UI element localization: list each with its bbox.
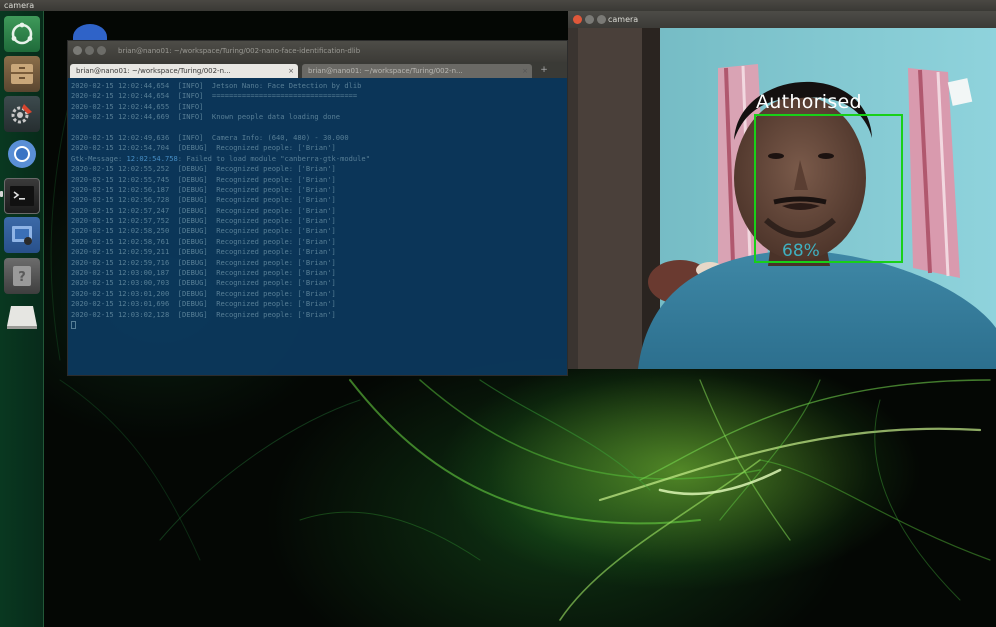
close-icon[interactable]	[73, 46, 82, 55]
confidence-label: 68%	[782, 241, 820, 261]
face-detection-box	[754, 114, 903, 263]
launcher-item-screenshot[interactable]	[4, 217, 40, 253]
terminal-line: 2020-02-15 12:02:58,250 [DEBUG] Recogniz…	[71, 226, 336, 236]
terminal-line: 2020-02-15 12:02:44,655 [INFO]	[71, 101, 204, 111]
usb-drive-icon	[7, 306, 37, 329]
terminal-line: 2020-02-15 12:02:55,745 [DEBUG] Recogniz…	[71, 174, 336, 184]
terminal-line: 2020-02-15 12:02:44,669 [INFO] Known peo…	[71, 112, 341, 122]
terminal-window[interactable]: brian@nano01: ~/workspace/Turing/002-nan…	[67, 40, 568, 376]
tab-terminal-1[interactable]: brian@nano01: ~/workspace/Turing/002-n..…	[70, 64, 298, 78]
terminal-titlebar[interactable]: brian@nano01: ~/workspace/Turing/002-nan…	[68, 41, 567, 62]
top-panel: camera	[0, 0, 996, 11]
terminal-line: 2020-02-15 12:02:59,716 [DEBUG] Recogniz…	[71, 257, 336, 267]
help-icon: ?	[13, 266, 31, 286]
launcher-item-removable-drive[interactable]	[4, 299, 40, 335]
close-tab-icon[interactable]: ×	[522, 64, 528, 78]
terminal-tab-bar: brian@nano01: ~/workspace/Turing/002-n..…	[68, 62, 567, 78]
camera-window[interactable]: camera Authorised 68%	[568, 11, 996, 369]
running-indicator	[0, 191, 3, 197]
tab-terminal-2[interactable]: brian@nano01: ~/workspace/Turing/002-n..…	[302, 64, 532, 78]
chromium-icon	[8, 140, 36, 168]
ubuntu-logo-icon	[11, 22, 33, 45]
camera-titlebar[interactable]: camera	[568, 11, 996, 28]
launcher-item-help[interactable]: ?	[4, 258, 40, 294]
terminal-line: 2020-02-15 12:02:58,761 [DEBUG] Recogniz…	[71, 236, 336, 246]
minimize-icon[interactable]	[585, 15, 594, 24]
terminal-line: 2020-02-15 12:02:54,704 [DEBUG] Recogniz…	[71, 143, 336, 153]
terminal-line: 2020-02-15 12:02:59,211 [DEBUG] Recogniz…	[71, 247, 336, 257]
launcher-item-system-settings[interactable]	[4, 96, 40, 132]
terminal-line: 2020-02-15 12:02:57,752 [DEBUG] Recogniz…	[71, 216, 336, 226]
terminal-line: 2020-02-15 12:02:55,252 [DEBUG] Recogniz…	[71, 164, 336, 174]
new-tab-icon[interactable]: +	[538, 65, 550, 75]
terminal-line: 2020-02-15 12:03:01,200 [DEBUG] Recogniz…	[71, 288, 336, 298]
terminal-line: 2020-02-15 12:02:56,728 [DEBUG] Recogniz…	[71, 195, 336, 205]
terminal-title: brian@nano01: ~/workspace/Turing/002-nan…	[118, 47, 361, 55]
camera-feed: Authorised 68%	[568, 28, 996, 369]
launcher: ?	[0, 11, 44, 627]
terminal-cursor	[71, 320, 565, 330]
launcher-item-terminal[interactable]	[4, 178, 40, 214]
authorization-label: Authorised	[756, 91, 862, 113]
terminal-icon	[10, 186, 34, 206]
gear-wrench-icon	[11, 104, 32, 124]
maximize-icon[interactable]	[97, 46, 106, 55]
minimize-icon[interactable]	[85, 46, 94, 55]
close-icon[interactable]	[573, 15, 582, 24]
tab-label: brian@nano01: ~/workspace/Turing/002-n..…	[76, 67, 231, 75]
launcher-item-files[interactable]	[4, 56, 40, 92]
svg-text:?: ?	[18, 270, 26, 285]
terminal-line: 2020-02-15 12:02:44,654 [INFO] =========…	[71, 91, 358, 101]
terminal-line: 2020-02-15 12:02:44,654 [INFO] Jetson Na…	[71, 81, 362, 90]
terminal-line: 2020-02-15 12:03:00,703 [DEBUG] Recogniz…	[71, 278, 336, 288]
terminal-output[interactable]: 2020-02-15 12:02:44,654 [INFO] Jetson Na…	[71, 81, 565, 373]
gtk-timestamp: 12:02:54.758	[126, 153, 178, 163]
launcher-item-ubuntu-dash[interactable]	[4, 16, 40, 52]
terminal-line: 2020-02-15 12:03:02,128 [DEBUG] Recogniz…	[71, 309, 336, 319]
terminal-line: 2020-02-15 12:02:56,187 [DEBUG] Recogniz…	[71, 184, 336, 194]
terminal-line: 2020-02-15 12:03:00,187 [DEBUG] Recogniz…	[71, 268, 336, 278]
terminal-line: 2020-02-15 12:02:49,636 [INFO] Camera In…	[71, 132, 349, 142]
terminal-line: 2020-02-15 12:03:01,696 [DEBUG] Recogniz…	[71, 299, 336, 309]
close-tab-icon[interactable]: ×	[288, 64, 294, 78]
tab-label: brian@nano01: ~/workspace/Turing/002-n..…	[308, 67, 463, 75]
terminal-line: Gtk-Message: 12:02:54.758: Failed to loa…	[71, 153, 370, 163]
launcher-item-chromium[interactable]	[4, 136, 40, 172]
file-cabinet-icon	[11, 64, 33, 84]
terminal-line: 2020-02-15 12:02:57,247 [DEBUG] Recogniz…	[71, 205, 336, 215]
screenshot-icon	[12, 226, 32, 245]
maximize-icon[interactable]	[597, 15, 606, 24]
active-window-title: camera	[4, 1, 35, 10]
camera-window-title: camera	[608, 15, 639, 24]
